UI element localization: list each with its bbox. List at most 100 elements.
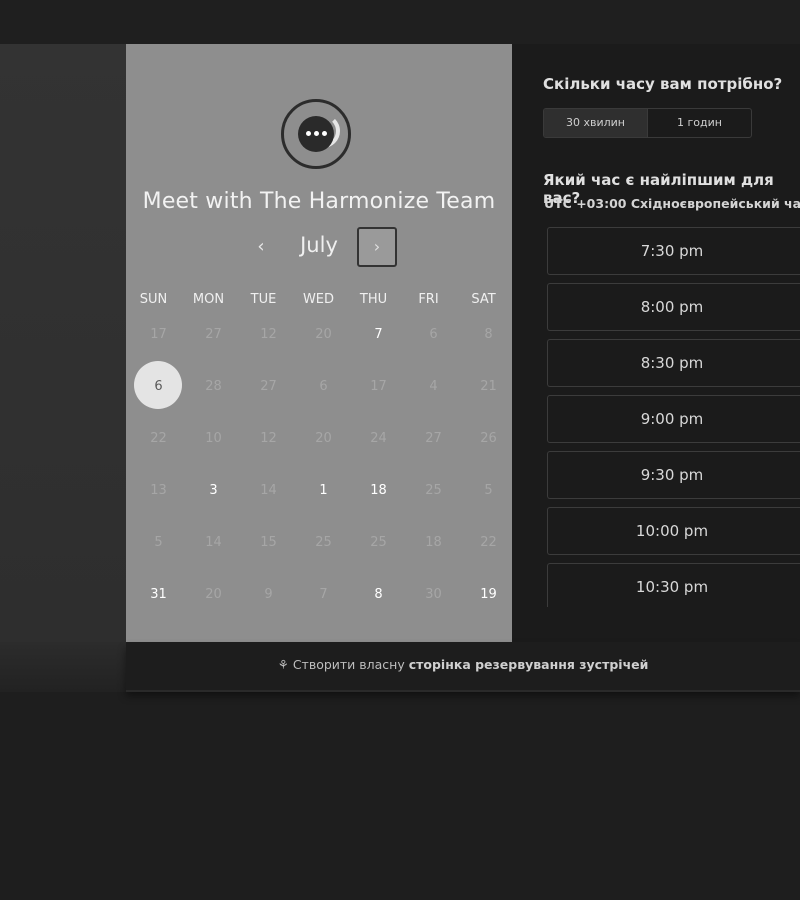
available-day[interactable]: 7: [351, 308, 406, 360]
footer-link[interactable]: ⚘ Створити власну сторінка резервування з…: [126, 657, 800, 672]
day-number: 20: [205, 586, 222, 602]
available-day[interactable]: 31: [131, 568, 186, 620]
unavailable-day: 27: [241, 360, 296, 412]
calendar-week-row: 5 14 15 25 25 18 22: [131, 516, 516, 568]
day-number: 22: [480, 534, 497, 550]
footer-text-prefix: Створити власну: [292, 657, 405, 672]
footer-text-bold: сторінка резервування зустрічей: [408, 657, 649, 672]
unavailable-day: 15: [241, 516, 296, 568]
unavailable-day: 14: [241, 464, 296, 516]
day-number: 22: [150, 430, 167, 446]
unavailable-day: 10: [186, 412, 241, 464]
day-number: 26: [480, 430, 497, 446]
available-day[interactable]: 1: [296, 464, 351, 516]
unavailable-day: 28: [186, 360, 241, 412]
day-number: 17: [370, 378, 387, 394]
day-number: 8: [374, 586, 383, 602]
day-number: 6: [154, 378, 163, 394]
time-selection-panel: Скільки часу вам потрібно? 30 хвилин 1 г…: [512, 44, 800, 642]
available-day[interactable]: 8: [351, 568, 406, 620]
unavailable-day: 22: [461, 516, 516, 568]
timezone-label: UTC +03:00 Східноєвропейський час: [544, 196, 800, 211]
available-day[interactable]: 3: [186, 464, 241, 516]
unavailable-day: 5: [131, 516, 186, 568]
footer-bar: ⚘ Створити власну сторінка резервування з…: [126, 642, 800, 690]
month-navigation: ‹ July: [126, 227, 512, 267]
calendar-week-row: 6 28 27 6 17 4 21: [131, 360, 516, 412]
unavailable-day: 21: [461, 360, 516, 412]
unavailable-day: 12: [241, 308, 296, 360]
selected-day[interactable]: 6: [131, 360, 186, 412]
unavailable-day: 20: [296, 412, 351, 464]
weekday-thu: THU: [359, 292, 388, 307]
next-month-button[interactable]: ›: [357, 227, 397, 267]
unavailable-day: 6: [296, 360, 351, 412]
day-number: 27: [260, 378, 277, 394]
day-number: 9: [264, 586, 273, 602]
day-number: 25: [315, 534, 332, 550]
unavailable-day: 22: [131, 412, 186, 464]
calendar-week-row: 31 20 9 7 8 30 19: [131, 568, 516, 620]
day-number: 14: [260, 482, 277, 498]
day-number: 20: [315, 326, 332, 342]
timezone-value: UTC +03:00 Східноєвропейський час: [544, 196, 800, 211]
hubspot-sprocket-icon: ⚘: [277, 657, 289, 672]
time-slot-list: 7:30 pm 8:00 pm 8:30 pm 9:00 pm 9:30 pm 10:00…: [547, 227, 800, 607]
time-slot-button[interactable]: 9:30 pm: [547, 451, 800, 499]
weekday-fri: FRI: [418, 292, 439, 307]
day-number: 25: [425, 482, 442, 498]
unavailable-day: 25: [296, 516, 351, 568]
meeting-title: Meet with The Harmonize Team: [142, 189, 496, 214]
duration-1-hour-button[interactable]: 1 годин: [647, 109, 751, 137]
unavailable-day: 18: [406, 516, 461, 568]
calendar-grid: 17 27 12 20 7 6 8 6 28 27 6 17 4 21 22 10 12 20 24 27 26 13 3 1…: [131, 308, 516, 620]
left-backdrop: [0, 44, 126, 642]
day-number: 4: [429, 378, 438, 394]
weekday-wed: WED: [302, 292, 335, 307]
calendar-week-row: 22 10 12 20 24 27 26: [131, 412, 516, 464]
day-number: 10: [205, 430, 222, 446]
day-number: 27: [425, 430, 442, 446]
day-number: 14: [205, 534, 222, 550]
day-number: 8: [484, 326, 493, 342]
day-number: 12: [260, 430, 277, 446]
unavailable-day: 20: [296, 308, 351, 360]
day-number: 24: [370, 430, 387, 446]
day-number: 3: [209, 482, 218, 498]
time-slot-button[interactable]: 8:00 pm: [547, 283, 800, 331]
unavailable-day: 27: [186, 308, 241, 360]
day-number: 25: [370, 534, 387, 550]
unavailable-day: 6: [406, 308, 461, 360]
available-day[interactable]: 19: [461, 568, 516, 620]
day-number: 18: [370, 482, 387, 498]
time-slot-button[interactable]: 10:30 pm: [547, 563, 800, 607]
day-number: 6: [429, 326, 438, 342]
unavailable-day: 13: [131, 464, 186, 516]
time-slot-button[interactable]: 10:00 pm: [547, 507, 800, 555]
calendar-panel: Meet with The Harmonize Team ‹ July › SU…: [126, 44, 512, 642]
day-number: 13: [150, 482, 167, 498]
prev-month-button[interactable]: ‹: [248, 235, 274, 259]
day-number: 19: [480, 586, 497, 602]
day-number: 27: [205, 326, 222, 342]
time-slot-button[interactable]: 8:30 pm: [547, 339, 800, 387]
unavailable-day: 17: [351, 360, 406, 412]
duration-30-min-button[interactable]: 30 хвилин: [544, 109, 647, 137]
time-slot-button[interactable]: 7:30 pm: [547, 227, 800, 275]
available-day[interactable]: 18: [351, 464, 406, 516]
day-number: 21: [480, 378, 497, 394]
time-slot-button[interactable]: 9:00 pm: [547, 395, 800, 443]
weekday-mon: MON: [192, 292, 225, 307]
day-number: 6: [319, 378, 328, 394]
unavailable-day: 12: [241, 412, 296, 464]
unavailable-day: 4: [406, 360, 461, 412]
calendar-week-row: 17 27 12 20 7 6 8: [131, 308, 516, 360]
duration-heading: Скільки часу вам потрібно?: [543, 75, 783, 93]
day-number: 18: [425, 534, 442, 550]
month-label: July: [300, 233, 338, 257]
day-number: 7: [374, 326, 383, 342]
day-number: 31: [150, 586, 167, 602]
day-number: 30: [425, 586, 442, 602]
weekday-sat: SAT: [471, 292, 496, 307]
unavailable-day: 5: [461, 464, 516, 516]
